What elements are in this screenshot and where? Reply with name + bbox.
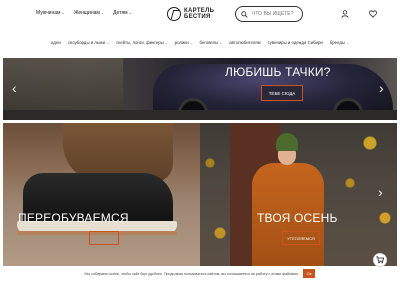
nav-men[interactable]: Мужчинам⌄ xyxy=(36,10,65,16)
hero-prev-arrow-icon[interactable]: ‹ xyxy=(12,81,17,95)
hero-cta-button[interactable]: ТЕБЕ СЮДА xyxy=(261,85,303,101)
category-rollers[interactable]: ролики⌄ xyxy=(175,40,193,45)
chevron-down-icon: ⌄ xyxy=(61,10,65,15)
search-input[interactable] xyxy=(252,11,300,17)
logo-line2: БЕСТИЯ xyxy=(184,14,211,20)
tile-title-autumn: ТВОЯ ОСЕНЬ xyxy=(257,211,338,225)
category-label: скейты, лонги, фингеры xyxy=(116,39,164,45)
category-label: ролики xyxy=(174,39,189,45)
nav-kids-label: Детям xyxy=(113,10,128,16)
category-label: идеи xyxy=(51,39,61,45)
category-brands[interactable]: бренды⌄ xyxy=(330,40,349,45)
chevron-down-icon: ⌄ xyxy=(164,40,168,45)
nav-men-label: Мужчинам xyxy=(36,10,61,16)
nav-kids[interactable]: Детям⌄ xyxy=(113,10,132,16)
promo-tile-shoes[interactable]: ПЕРЕОБУВАЕМСЯ xyxy=(3,123,200,268)
category-balance-bikes[interactable]: беговелы⌄ xyxy=(200,40,223,45)
tile-button-autumn[interactable]: УТЕПЛЯЕМСЯ xyxy=(282,231,320,245)
site-header: Мужчинам⌄ Женщинам⌄ Детям⌄ КАРТЕЛЬ БЕСТИ… xyxy=(0,0,400,32)
chevron-down-icon: ⌄ xyxy=(219,40,223,45)
tile-person-hat xyxy=(276,133,298,151)
logo-mark-icon xyxy=(167,7,181,21)
hero-ground xyxy=(3,110,397,120)
chevron-down-icon: ⌄ xyxy=(106,40,110,45)
search-icon xyxy=(241,10,248,18)
chevron-down-icon: ⌄ xyxy=(189,40,193,45)
category-car-lovers[interactable]: автолюбителям xyxy=(229,40,260,45)
cookie-accept-button[interactable]: Ок xyxy=(302,269,316,278)
tiles-next-arrow-icon[interactable]: › xyxy=(378,185,383,199)
site-logo[interactable]: КАРТЕЛЬ БЕСТИЯ xyxy=(167,5,215,23)
cookie-banner: Мы собираем cookie, чтобы сайт был удобн… xyxy=(0,266,400,281)
category-ideas[interactable]: идеи xyxy=(51,40,61,45)
top-nav: Мужчинам⌄ Женщинам⌄ Детям⌄ xyxy=(36,10,132,16)
tile-title-shoes: ПЕРЕОБУВАЕМСЯ xyxy=(18,211,129,225)
category-bar: идеи сноуборды и лыжи⌄ скейты, лонги, фи… xyxy=(0,36,400,48)
account-button[interactable] xyxy=(340,9,350,19)
wishlist-button[interactable] xyxy=(368,9,378,19)
chevron-down-icon: ⌄ xyxy=(346,40,349,45)
nav-women-label: Женщинам xyxy=(73,10,100,16)
logo-text: КАРТЕЛЬ БЕСТИЯ xyxy=(184,8,214,20)
promo-tile-autumn[interactable]: ТВОЯ ОСЕНЬ УТЕПЛЯЕМСЯ › xyxy=(200,123,397,268)
cart-button[interactable] xyxy=(373,253,387,267)
chevron-down-icon: ⌄ xyxy=(128,10,132,15)
cookie-text: Мы собираем cookie, чтобы сайт был удобн… xyxy=(84,271,299,276)
chevron-down-icon: ⌄ xyxy=(100,10,105,15)
hero-banner: ЛЮБИШЬ ТАЧКИ? ТЕБЕ СЮДА ‹ › xyxy=(3,58,397,120)
hero-title: ЛЮБИШЬ ТАЧКИ? xyxy=(225,65,331,79)
search-box[interactable] xyxy=(235,6,303,22)
category-snowboards[interactable]: сноуборды и лыжи⌄ xyxy=(68,40,109,45)
cart-icon xyxy=(376,256,384,264)
category-skates[interactable]: скейты, лонги, фингеры⌄ xyxy=(116,40,168,45)
tile-button-shoes[interactable] xyxy=(89,231,119,245)
hero-next-arrow-icon[interactable]: › xyxy=(379,81,384,95)
user-icon xyxy=(341,10,349,18)
category-label: сувениры и одежда Сибири xyxy=(267,39,323,45)
heart-icon xyxy=(369,10,377,18)
nav-women[interactable]: Женщинам⌄ xyxy=(74,10,104,16)
category-label: бренды xyxy=(329,39,346,45)
category-label: беговелы xyxy=(199,39,219,45)
category-siberia-souvenirs[interactable]: сувениры и одежда Сибири xyxy=(268,40,323,45)
category-label: автолюбителям xyxy=(229,39,261,45)
category-label: сноуборды и лыжи xyxy=(67,39,106,45)
